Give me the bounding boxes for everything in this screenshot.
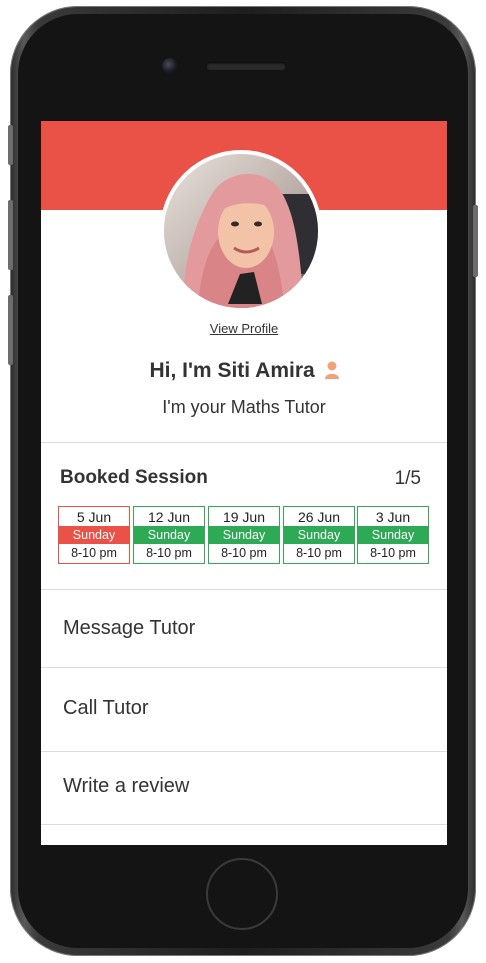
session-day: Sunday <box>284 526 354 544</box>
session-card[interactable]: 5 Jun Sunday 8-10 pm <box>58 506 130 564</box>
session-time: 8-10 pm <box>370 546 416 560</box>
session-card[interactable]: 12 Jun Sunday 8-10 pm <box>133 506 205 564</box>
volume-down-button <box>8 295 13 365</box>
session-card[interactable]: 19 Jun Sunday 8-10 pm <box>208 506 280 564</box>
tutor-name-row: Hi, I'm Siti Amira <box>41 359 447 385</box>
volume-up-button <box>8 200 13 270</box>
write-review-label: Write a review <box>63 775 190 797</box>
call-tutor-button[interactable]: Call Tutor <box>41 673 447 743</box>
user-icon <box>324 360 339 385</box>
message-tutor-label: Message Tutor <box>63 617 196 639</box>
session-time: 8-10 pm <box>146 546 192 560</box>
session-day: Sunday <box>134 526 204 544</box>
session-date: 5 Jun <box>76 509 112 525</box>
session-date: 12 Jun <box>147 509 191 525</box>
tutor-photo <box>164 154 318 308</box>
session-date: 26 Jun <box>297 509 341 525</box>
session-time: 8-10 pm <box>71 546 117 560</box>
session-day: Sunday <box>209 526 279 544</box>
session-card[interactable]: 26 Jun Sunday 8-10 pm <box>283 506 355 564</box>
booked-session-title: Booked Session <box>60 467 208 488</box>
home-button[interactable] <box>206 858 278 930</box>
session-time: 8-10 pm <box>296 546 342 560</box>
message-tutor-button[interactable]: Message Tutor <box>41 593 447 663</box>
session-day: Sunday <box>358 526 428 544</box>
view-profile-link[interactable]: View Profile <box>41 321 447 336</box>
tutor-subject: I'm your Maths Tutor <box>162 397 326 417</box>
mute-switch <box>8 125 13 165</box>
divider <box>41 442 447 443</box>
earpiece-speaker <box>206 62 286 70</box>
divider <box>41 589 447 590</box>
call-tutor-label: Call Tutor <box>63 697 149 719</box>
session-time: 8-10 pm <box>221 546 267 560</box>
app-screen: View Profile Hi, I'm Siti Amira I'm your… <box>41 121 447 845</box>
session-date: 19 Jun <box>222 509 266 525</box>
tutor-name: Hi, I'm Siti Amira <box>149 359 315 382</box>
session-date: 3 Jun <box>375 509 411 525</box>
front-camera-icon <box>162 58 178 74</box>
divider <box>41 667 447 668</box>
power-button <box>473 205 478 277</box>
avatar[interactable] <box>160 150 322 312</box>
booked-session-count: 1/5 <box>394 468 421 489</box>
session-card[interactable]: 3 Jun Sunday 8-10 pm <box>357 506 429 564</box>
session-list: 5 Jun Sunday 8-10 pm 12 Jun Sunday 8-10 … <box>58 506 430 566</box>
write-review-button[interactable]: Write a review <box>41 751 447 821</box>
divider <box>41 824 447 825</box>
session-day: Sunday <box>59 526 129 544</box>
